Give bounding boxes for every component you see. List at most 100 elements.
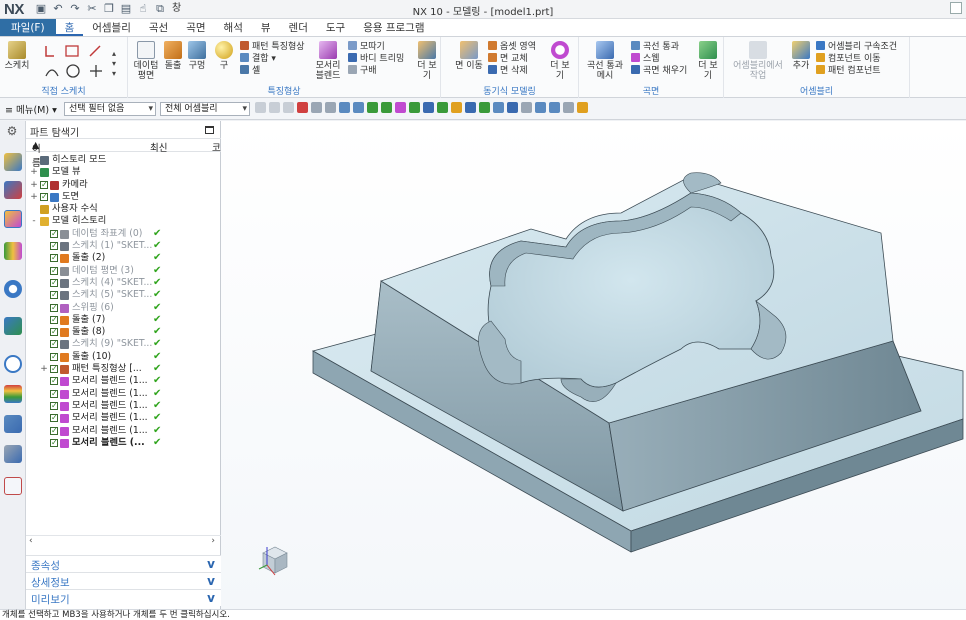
visibility-checkbox[interactable] [50, 425, 58, 437]
visibility-checkbox[interactable] [50, 314, 58, 326]
snap-icon-20[interactable] [521, 102, 532, 113]
snap-icon-11[interactable] [395, 102, 406, 113]
tab-tools[interactable]: 도구 [317, 19, 354, 36]
visibility-checkbox[interactable] [50, 437, 58, 449]
from-assembly-button[interactable]: 어셈블리에서 작업 [730, 41, 786, 81]
panel-dependencies[interactable]: 종속성 v [26, 555, 221, 572]
sketch-button[interactable]: 스케치 [4, 41, 30, 71]
tree-node[interactable]: 데이텀 좌표계 (0) ✔ [26, 228, 221, 240]
visibility-checkbox[interactable] [50, 338, 58, 351]
visibility-checkbox[interactable] [50, 375, 58, 388]
expand-toggle-icon[interactable]: + [30, 191, 38, 203]
snap-icon-16[interactable] [465, 102, 476, 113]
panel-preview[interactable]: 미리보기 v [26, 589, 221, 606]
visibility-checkbox[interactable] [50, 228, 58, 240]
add-component-button[interactable]: 추가 [790, 41, 812, 71]
visibility-checkbox[interactable] [50, 302, 58, 314]
snap-icon-6[interactable] [325, 102, 336, 113]
column-extra[interactable]: 코 [212, 140, 221, 154]
manufacturing-wizard-icon[interactable] [4, 445, 22, 463]
settings-icon[interactable]: ⚙ [4, 124, 20, 138]
process-studio-icon[interactable] [4, 415, 22, 433]
snap-icon-12[interactable] [409, 102, 420, 113]
tree-node[interactable]: 돌출 (2) ✔ [26, 252, 221, 265]
replace-face-item[interactable]: 면 교체 [488, 53, 528, 65]
column-latest[interactable]: 최신 [150, 140, 167, 154]
visibility-checkbox[interactable] [50, 265, 58, 277]
tree-node[interactable]: + 패턴 특징형상 [... ✔ [26, 363, 221, 375]
visibility-checkbox[interactable] [50, 351, 58, 363]
visibility-checkbox[interactable] [50, 252, 58, 265]
hole-button[interactable]: 구멍 [186, 41, 208, 71]
system-materials-icon[interactable] [4, 385, 22, 403]
tree-node[interactable]: 모서리 블렌드 (... ✔ [26, 437, 221, 449]
tree-node[interactable]: 스케치 (5) "SKET...✔ [26, 289, 221, 302]
tab-render[interactable]: 렌더 [280, 19, 317, 36]
more-sync-button[interactable]: 더 보기 [547, 41, 573, 81]
snap-icon-24[interactable] [577, 102, 588, 113]
roles-icon[interactable] [4, 477, 22, 495]
fill-surface-item[interactable]: 곡면 채우기 [631, 65, 687, 77]
snap-icon-18[interactable] [493, 102, 504, 113]
visibility-checkbox[interactable] [50, 289, 58, 302]
snap-icon-21[interactable] [535, 102, 546, 113]
tree-node[interactable]: + 카메라 [26, 179, 221, 191]
visibility-checkbox[interactable] [50, 326, 58, 338]
reuse-library-icon[interactable] [4, 242, 22, 260]
history-icon[interactable] [4, 355, 22, 373]
edge-blend-button[interactable]: 모서리 블렌드 [311, 41, 345, 81]
assembly-navigator-icon[interactable] [4, 153, 22, 171]
snap-icon-10[interactable] [381, 102, 392, 113]
visibility-checkbox[interactable] [40, 191, 48, 203]
snap-icon-23[interactable] [563, 102, 574, 113]
visibility-checkbox[interactable] [50, 400, 58, 412]
through-curves-item[interactable]: 곡선 통과 [631, 41, 679, 53]
expand-toggle-icon[interactable]: + [30, 179, 38, 191]
view-triad[interactable] [258, 546, 288, 576]
tab-curve[interactable]: 곡선 [140, 19, 177, 36]
part-navigator-icon[interactable] [4, 210, 22, 228]
visibility-checkbox[interactable] [50, 412, 58, 425]
trim-body-item[interactable]: 바디 트리밍 [348, 53, 404, 65]
scope-dropdown[interactable]: 전체 어셈블리 [160, 102, 250, 116]
web-browser-icon[interactable] [4, 317, 22, 335]
horizontal-scrollbar[interactable]: ‹ › [26, 535, 221, 546]
expand-toggle-icon[interactable]: + [30, 166, 38, 178]
tree-node[interactable]: 돌출 (7) ✔ [26, 314, 221, 326]
pattern-feature-item[interactable]: 패턴 특징형상 [240, 41, 305, 53]
snap-icon-17[interactable] [479, 102, 490, 113]
tree-node[interactable]: + 도면 [26, 191, 221, 203]
snap-icon-9[interactable] [367, 102, 378, 113]
tree-node[interactable]: 모서리 블렌드 (1... ✔ [26, 375, 221, 388]
constraint-navigator-icon[interactable] [4, 181, 22, 199]
tree-node[interactable]: 스케치 (4) "SKET...✔ [26, 277, 221, 289]
draft-item[interactable]: 구배 [348, 65, 377, 77]
tree-node[interactable]: 돌출 (8) ✔ [26, 326, 221, 338]
maximize-icon[interactable] [205, 126, 214, 134]
snap-icon-4[interactable] [297, 102, 308, 113]
tab-analysis[interactable]: 해석 [215, 19, 252, 36]
move-face-button[interactable]: 면 이동 [455, 41, 483, 71]
visibility-checkbox[interactable] [50, 240, 58, 252]
unite-item[interactable]: 결합 ▾ [240, 53, 276, 65]
snap-icon-15[interactable] [451, 102, 462, 113]
through-curve-mesh-button[interactable]: 곡선 통과 메시 [583, 41, 627, 81]
snap-icon-7[interactable] [339, 102, 350, 113]
tab-home[interactable]: 홈 [55, 19, 84, 36]
visibility-checkbox[interactable] [50, 388, 58, 400]
tab-application[interactable]: 응용 프로그램 [354, 19, 433, 36]
scroll-right-icon[interactable]: › [211, 536, 215, 546]
visibility-checkbox[interactable] [40, 179, 48, 191]
tree-node[interactable]: 히스토리 모드 [26, 154, 221, 166]
tree-node[interactable]: 모서리 블렌드 (1... ✔ [26, 425, 221, 437]
tree-node[interactable]: 스위핑 (6) ✔ [26, 302, 221, 314]
snap-icon-22[interactable] [549, 102, 560, 113]
chamfer-item[interactable]: 모따기 [348, 41, 385, 53]
pattern-component-item[interactable]: 패턴 컴포넌트 [816, 65, 881, 77]
graphics-window[interactable] [221, 121, 966, 609]
snap-icon-1[interactable] [255, 102, 266, 113]
hd3d-tools-icon[interactable] [4, 280, 22, 298]
snap-icon-2[interactable] [269, 102, 280, 113]
snap-icon-5[interactable] [311, 102, 322, 113]
tree-node[interactable]: 스케치 (1) "SKET...✔ [26, 240, 221, 252]
